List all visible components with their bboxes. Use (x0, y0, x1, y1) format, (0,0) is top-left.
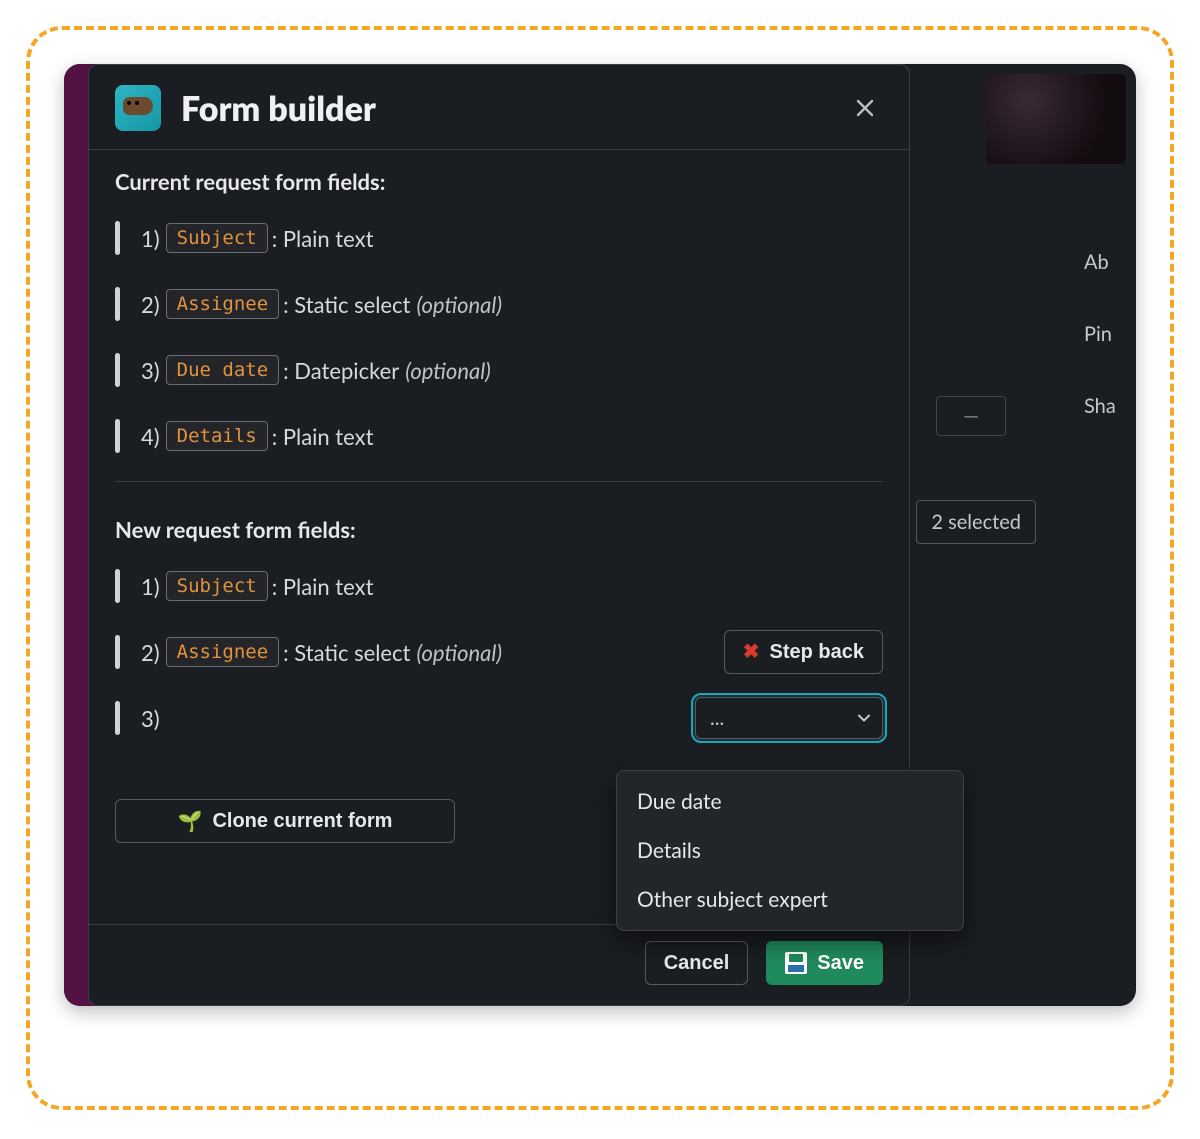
field-type-select-wrap: ... (695, 697, 883, 739)
cancel-button[interactable]: Cancel (645, 941, 749, 985)
field-chip: Subject (166, 223, 268, 253)
clone-form-button[interactable]: 🌱 Clone current form (115, 799, 455, 843)
current-field-row: 4) Details : Plain text (115, 415, 883, 457)
select-placeholder: ... (710, 706, 724, 730)
app-icon (115, 85, 161, 131)
side-panel-about[interactable]: Ab (1076, 252, 1136, 272)
new-field-row: 2) Assignee : Static select (optional) ✖… (115, 631, 883, 673)
modal-header: Form builder (89, 65, 909, 150)
current-fields-heading: Current request form fields: (115, 168, 883, 195)
step-back-button[interactable]: ✖ Step back (724, 630, 883, 674)
field-index: 4) (141, 423, 160, 450)
chevron-down-icon (857, 706, 871, 730)
field-chip: Details (166, 421, 268, 451)
field-type: : Static select (283, 291, 410, 318)
field-optional: (optional) (416, 639, 502, 666)
field-type: : Plain text (272, 573, 374, 600)
step-back-label: Step back (770, 641, 864, 664)
field-type: : Plain text (272, 225, 374, 252)
field-chip: Assignee (166, 289, 280, 319)
field-chip: Assignee (166, 637, 280, 667)
app-window: Ab Pin Sha — 2 selected Form builder Cur… (64, 64, 1136, 1006)
seedling-icon: 🌱 (178, 809, 203, 834)
field-type: : Static select (283, 639, 410, 666)
modal-footer: Cancel Save (89, 924, 909, 1005)
field-index: 2) (141, 639, 160, 666)
save-button[interactable]: Save (766, 941, 883, 985)
background-image-thumbnail (986, 74, 1126, 164)
field-type: : Datepicker (283, 357, 399, 384)
close-icon[interactable] (847, 90, 883, 126)
field-chip: Subject (166, 571, 268, 601)
new-fields-heading: New request form fields: (115, 516, 883, 543)
dropdown-option[interactable]: Due date (617, 777, 963, 826)
field-chip: Due date (166, 355, 280, 385)
section-divider (115, 481, 883, 482)
modal-title: Form builder (181, 88, 376, 129)
field-index: 2) (141, 291, 160, 318)
field-optional: (optional) (416, 291, 502, 318)
field-optional: (optional) (405, 357, 491, 384)
side-panel-pin[interactable]: Pin (1076, 324, 1136, 344)
x-icon: ✖ (743, 642, 760, 662)
field-type-select[interactable]: ... (695, 697, 883, 739)
current-field-row: 1) Subject : Plain text (115, 217, 883, 259)
field-type: : Plain text (272, 423, 374, 450)
field-index: 3) (141, 357, 160, 384)
current-field-row: 3) Due date : Datepicker (optional) (115, 349, 883, 391)
field-index: 1) (141, 573, 160, 600)
side-panel-share[interactable]: Sha (1076, 396, 1136, 416)
current-field-row: 2) Assignee : Static select (optional) (115, 283, 883, 325)
floppy-icon (785, 952, 807, 974)
field-type-dropdown: Due date Details Other subject expert (616, 770, 964, 931)
clone-form-label: Clone current form (212, 810, 392, 833)
new-field-row: 3) ... (115, 697, 883, 739)
save-label: Save (817, 952, 864, 975)
selection-count-pill[interactable]: 2 selected (916, 500, 1036, 544)
dropdown-option[interactable]: Details (617, 826, 963, 875)
side-dash-button[interactable]: — (936, 396, 1006, 436)
field-index: 3) (141, 705, 160, 732)
dropdown-option[interactable]: Other subject expert (617, 875, 963, 924)
new-field-row: 1) Subject : Plain text (115, 565, 883, 607)
cancel-label: Cancel (664, 952, 730, 975)
field-index: 1) (141, 225, 160, 252)
